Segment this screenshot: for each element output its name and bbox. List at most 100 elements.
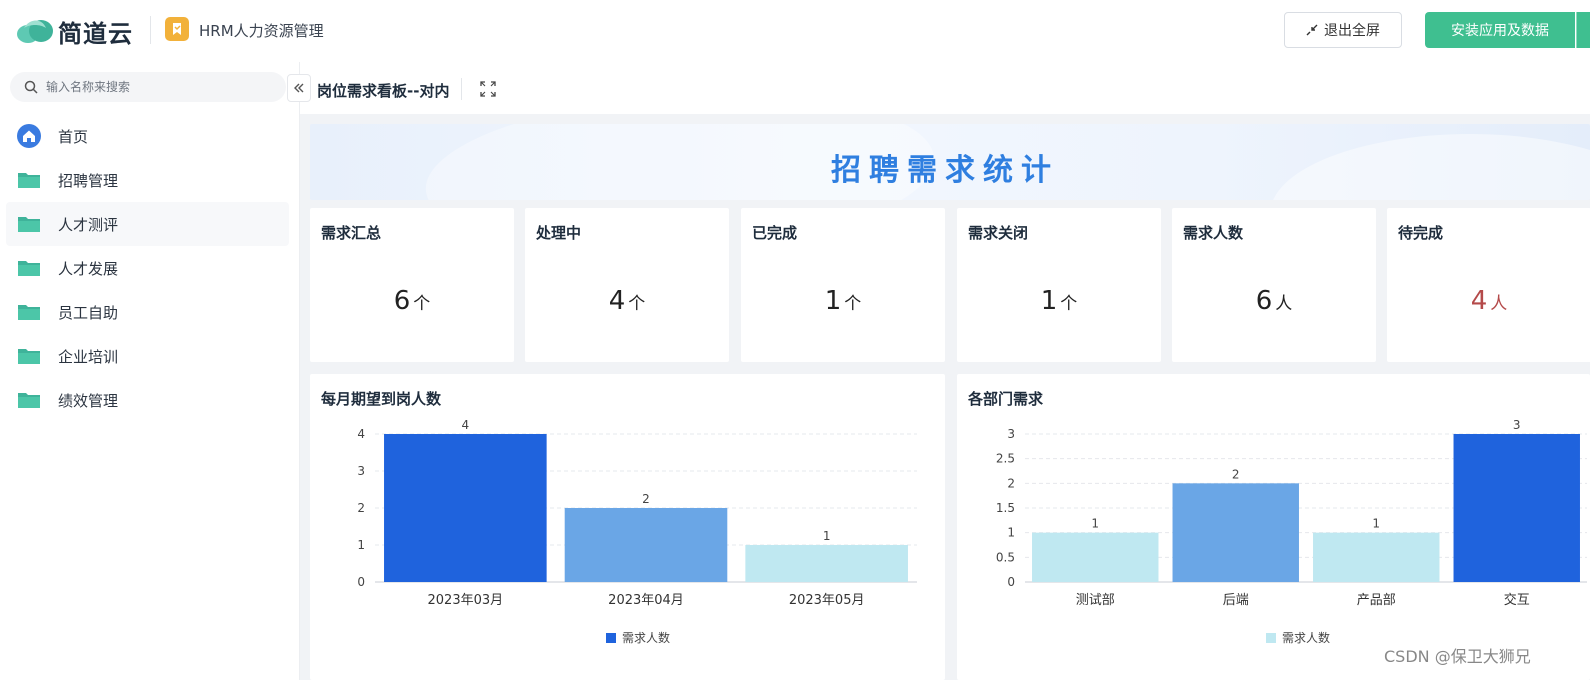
folder-icon: [16, 345, 42, 367]
stat-value: 6人: [1172, 286, 1376, 316]
x-tick-label: 2023年05月: [789, 593, 865, 608]
legend-swatch: [606, 633, 616, 643]
brand-logo[interactable]: 简道云: [16, 14, 133, 49]
sidebar-item-talent-assessment[interactable]: 人才测评: [6, 202, 289, 246]
stat-card-closed[interactable]: 需求关闭 1个: [957, 208, 1161, 362]
data-label: 2: [1232, 467, 1240, 481]
folder-icon: [16, 257, 42, 279]
data-label: 1: [1372, 517, 1380, 531]
sidebar-item-label: 首页: [58, 127, 89, 146]
y-tick-label: 1: [357, 538, 365, 552]
stat-label: 需求关闭: [968, 224, 1029, 242]
folder-icon: [16, 213, 42, 235]
bar: [745, 545, 908, 582]
data-label: 3: [1513, 418, 1521, 432]
stat-label: 处理中: [536, 224, 582, 242]
banner-title: 招聘需求统计: [831, 153, 1059, 188]
exit-fullscreen-label: 退出全屏: [1324, 23, 1380, 39]
sidebar-nav: 首页 招聘管理 人才测评 人才发展 员工自助 企业培训 绩效管理: [0, 114, 299, 422]
brand-name: 简道云: [58, 20, 133, 48]
data-label: 2: [642, 492, 650, 506]
stat-card-pending[interactable]: 待完成 4人: [1387, 208, 1590, 362]
legend-label: 需求人数: [1282, 630, 1330, 645]
double-chevron-left-icon: [294, 83, 304, 93]
install-dropdown-toggle[interactable]: [1576, 12, 1590, 48]
bar: [1313, 532, 1440, 582]
stat-card-headcount[interactable]: 需求人数 6人: [1172, 208, 1376, 362]
app-root: 简道云 HRM人力资源管理 退出全屏 安装应用及数据 输入名称来搜索 首页 招聘…: [0, 0, 1590, 680]
stat-unit: 个: [1060, 294, 1078, 314]
y-tick-label: 3: [357, 464, 365, 478]
x-tick-label: 后端: [1223, 593, 1249, 608]
stat-cards: 需求汇总 6个 处理中 4个 已完成 1个 需求关闭 1个 需求人数 6 人 待…: [310, 208, 1590, 362]
y-tick-label: 4: [357, 427, 365, 441]
bar: [564, 508, 728, 582]
x-tick-label: 测试部: [1076, 593, 1115, 608]
y-tick-label: 1.5: [996, 501, 1015, 515]
stat-label: 需求汇总: [321, 224, 382, 242]
bar: [1032, 532, 1159, 582]
x-tick-label: 产品部: [1357, 593, 1396, 608]
y-tick-label: 1: [1007, 526, 1015, 540]
x-tick-label: 2023年04月: [608, 593, 684, 608]
stat-value: 1个: [957, 286, 1161, 316]
banner: 招聘需求统计: [310, 124, 1590, 200]
legend-label: 需求人数: [622, 630, 670, 645]
app-bookmark-icon: [165, 17, 189, 41]
main-content: 岗位需求看板--对内 招聘需求统计 需求汇总 6个 处理中 4个 已完成 1 个…: [300, 62, 1590, 680]
fullscreen-expand-icon[interactable]: [480, 81, 496, 97]
home-icon: [16, 124, 42, 148]
y-tick-label: 0: [1007, 575, 1015, 589]
sidebar-item-home[interactable]: 首页: [0, 114, 299, 158]
sidebar-item-talent-development[interactable]: 人才发展: [0, 246, 299, 290]
search-box[interactable]: [10, 72, 286, 102]
sidebar-item-employee-self-service[interactable]: 员工自助: [0, 290, 299, 334]
install-app-data-button[interactable]: 安装应用及数据: [1425, 12, 1575, 48]
dashboard-header: 岗位需求看板--对内: [300, 62, 1590, 114]
stat-unit: 人: [1275, 294, 1293, 314]
sidebar-item-label: 招聘管理: [58, 171, 119, 190]
stat-unit: 人: [1490, 294, 1508, 314]
exit-fullscreen-button[interactable]: 退出全屏: [1284, 12, 1402, 48]
stat-value: 1个: [741, 286, 945, 316]
stat-card-total[interactable]: 需求汇总 6个: [310, 208, 514, 362]
sidebar-item-performance[interactable]: 绩效管理: [0, 378, 299, 422]
stat-label: 已完成: [752, 224, 798, 242]
y-tick-label: 2: [357, 501, 365, 515]
app-title[interactable]: HRM人力资源管理: [199, 20, 324, 41]
stat-card-completed[interactable]: 已完成 1个: [741, 208, 945, 362]
watermark: CSDN @保卫大狮兄: [1384, 647, 1531, 666]
sidebar-item-label: 人才发展: [58, 259, 119, 278]
chart-panel-monthly-arrivals: 每月期望到岗人数 0 1 2 3 4 4 2023年03月 2 2023年04月 1 2023年05…: [310, 374, 945, 680]
page-title: 岗位需求看板--对内: [317, 82, 450, 100]
sidebar-item-recruitment[interactable]: 招聘管理: [0, 158, 299, 202]
search-input[interactable]: [46, 80, 266, 94]
stat-value: 6个: [310, 286, 514, 316]
chart-panel-department-demand: 各部门需求 0 0.5 1 1.5 2 2.5 3 1 测试部 2 后端 1 产品部 3 交互 需求人数: [957, 374, 1590, 680]
stat-label: 待完成: [1398, 224, 1444, 242]
y-tick-label: 2.5: [996, 452, 1015, 466]
x-tick-label: 交互: [1504, 592, 1530, 608]
stat-number: 6: [393, 286, 411, 316]
stat-card-in-progress[interactable]: 处理中 4个: [525, 208, 729, 362]
search-icon: [24, 80, 38, 94]
y-tick-label: 0: [357, 575, 365, 589]
stat-unit: 个: [844, 294, 862, 314]
stat-value: 4人: [1387, 286, 1590, 316]
stat-unit: 个: [413, 294, 431, 314]
department-demand-bar-chart: 0 0.5 1 1.5 2 2.5 3 1 测试部 2 后端 1 产品部 3 交互需求人数: [996, 418, 1587, 645]
header-divider: [150, 16, 151, 44]
collapse-sidebar-button[interactable]: [287, 74, 311, 102]
stat-value: 4个: [525, 286, 729, 316]
sidebar-item-label: 人才测评: [58, 215, 119, 234]
sidebar-item-label: 企业培训: [58, 347, 119, 366]
y-tick-label: 0.5: [996, 550, 1015, 564]
y-tick-label: 2: [1007, 476, 1015, 490]
y-tick-label: 3: [1007, 427, 1015, 441]
stat-label: 需求人数: [1183, 224, 1244, 242]
stat-number: 4: [1470, 286, 1488, 316]
folder-icon: [16, 301, 42, 323]
bar: [1172, 483, 1299, 582]
sidebar-item-training[interactable]: 企业培训: [0, 334, 299, 378]
stat-number: 4: [608, 286, 626, 316]
